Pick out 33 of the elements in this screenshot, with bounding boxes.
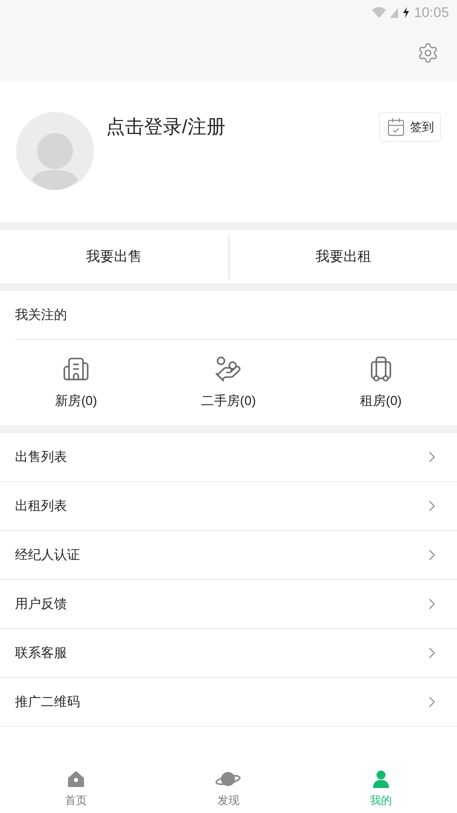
- login-link[interactable]: 点击登录/注册: [106, 114, 367, 142]
- menu-item[interactable]: 经纪人认证: [0, 531, 457, 580]
- checkin-button[interactable]: 签到: [379, 112, 441, 142]
- nav-tab[interactable]: 发现: [152, 769, 305, 810]
- menu-item[interactable]: 推广二维码: [0, 678, 457, 727]
- follow-item[interactable]: 租房(0): [304, 354, 457, 410]
- menu-item[interactable]: 用户反馈: [0, 580, 457, 629]
- calendar-icon: [386, 117, 406, 137]
- menu-label: 推广二维码: [15, 693, 80, 712]
- charging-icon: [402, 7, 410, 18]
- menu-item[interactable]: 出售列表: [0, 433, 457, 482]
- follow-item[interactable]: 二手房(0): [152, 354, 305, 410]
- follow-item[interactable]: 新房(0): [0, 354, 152, 410]
- menu-label: 出租列表: [15, 497, 67, 516]
- menu-label: 联系客服: [15, 644, 67, 662]
- menu-item[interactable]: 出租列表: [0, 482, 457, 531]
- hand-icon: [214, 354, 242, 383]
- signal-icon: [390, 8, 398, 18]
- user-icon: [370, 769, 391, 789]
- settings-icon[interactable]: [417, 42, 439, 64]
- menu-label: 经纪人认证: [15, 546, 80, 564]
- building-icon: [62, 354, 90, 383]
- section-title: 我关注的: [15, 306, 67, 324]
- action-button[interactable]: 我要出售: [0, 230, 228, 283]
- menu-item[interactable]: 联系客服: [0, 629, 457, 678]
- planet-icon: [215, 769, 242, 789]
- nav-tab[interactable]: 首页: [0, 769, 152, 810]
- status-time: 10:05: [414, 3, 449, 22]
- menu-label: 用户反馈: [15, 595, 67, 614]
- action-button[interactable]: 我要出租: [230, 230, 457, 283]
- wifi-icon: [372, 7, 386, 18]
- menu-label: 出售列表: [15, 448, 67, 466]
- home-icon: [66, 769, 86, 789]
